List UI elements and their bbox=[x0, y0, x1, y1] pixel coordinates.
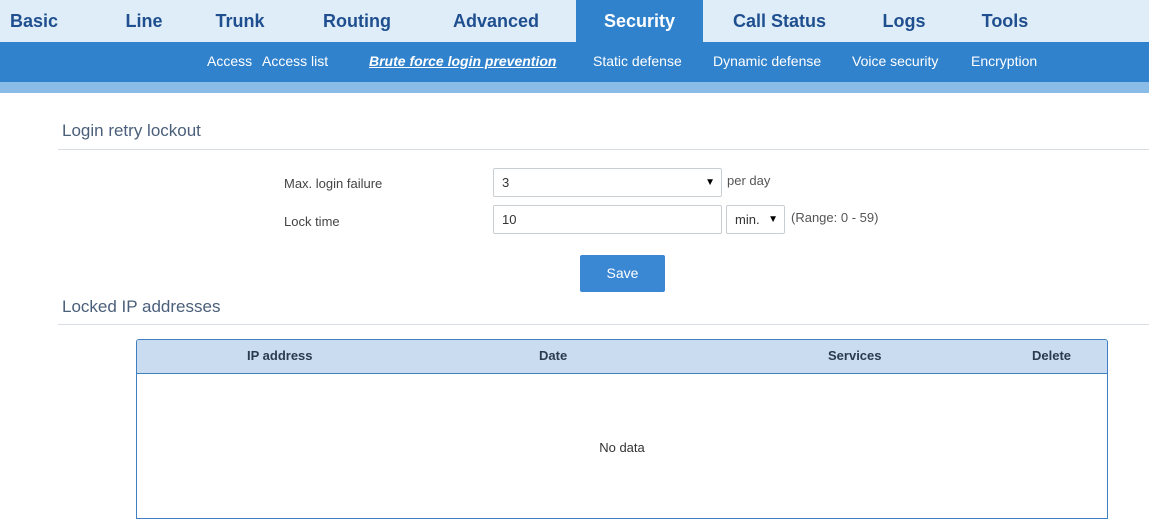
max-login-failure-label: Max. login failure bbox=[284, 176, 383, 191]
subnav-divider bbox=[0, 82, 1149, 93]
lock-time-unit-value: min. bbox=[735, 212, 760, 227]
nav-basic[interactable]: Basic bbox=[0, 0, 72, 42]
column-services: Services bbox=[828, 348, 882, 363]
lock-time-label: Lock time bbox=[284, 214, 340, 229]
lock-time-range-hint: (Range: 0 - 59) bbox=[791, 210, 879, 225]
subnav-voice-security[interactable]: Voice security bbox=[852, 42, 938, 82]
nav-line[interactable]: Line bbox=[104, 0, 184, 42]
chevron-down-icon: ▼ bbox=[768, 214, 778, 225]
max-login-failure-value: 3 bbox=[502, 175, 510, 190]
nav-routing[interactable]: Routing bbox=[302, 0, 412, 42]
lock-time-input[interactable]: 10 bbox=[493, 205, 722, 234]
nav-advanced[interactable]: Advanced bbox=[436, 0, 556, 42]
subnav-encryption[interactable]: Encryption bbox=[971, 42, 1037, 82]
nav-security[interactable]: Security bbox=[576, 0, 703, 42]
section-divider bbox=[58, 324, 1149, 325]
empty-state-text: No data bbox=[599, 440, 645, 455]
subnav-static-defense[interactable]: Static defense bbox=[593, 42, 682, 82]
column-ip-address: IP address bbox=[247, 348, 313, 363]
section-divider bbox=[58, 149, 1149, 150]
nav-call-status[interactable]: Call Status bbox=[717, 0, 842, 42]
max-login-failure-select[interactable]: 3 ▼ bbox=[493, 168, 722, 197]
column-date: Date bbox=[539, 348, 568, 363]
subnav-access-list[interactable]: Access list bbox=[262, 42, 328, 82]
chevron-down-icon: ▼ bbox=[705, 177, 715, 188]
max-login-failure-unit: per day bbox=[727, 173, 771, 188]
login-retry-title: Login retry lockout bbox=[62, 121, 201, 140]
nav-tools[interactable]: Tools bbox=[960, 0, 1050, 42]
save-button[interactable]: Save bbox=[580, 255, 665, 292]
subnav-access[interactable]: Access bbox=[207, 42, 252, 82]
subnav-dynamic-defense[interactable]: Dynamic defense bbox=[713, 42, 821, 82]
lock-time-unit-select[interactable]: min. ▼ bbox=[726, 205, 785, 234]
locked-ip-title: Locked IP addresses bbox=[62, 297, 221, 316]
table-header: IP address Date Services Delete bbox=[137, 340, 1107, 374]
top-navigation: Basic Line Trunk Routing Advanced Securi… bbox=[0, 0, 1149, 42]
column-delete: Delete bbox=[1032, 348, 1072, 363]
nav-logs[interactable]: Logs bbox=[868, 0, 940, 42]
subnav-brute-force-login-prevention[interactable]: Brute force login prevention bbox=[369, 42, 556, 82]
sub-navigation: Access Access list Brute force login pre… bbox=[0, 42, 1149, 82]
locked-ip-table: IP address Date Services Delete No data bbox=[136, 339, 1108, 519]
nav-trunk[interactable]: Trunk bbox=[200, 0, 280, 42]
